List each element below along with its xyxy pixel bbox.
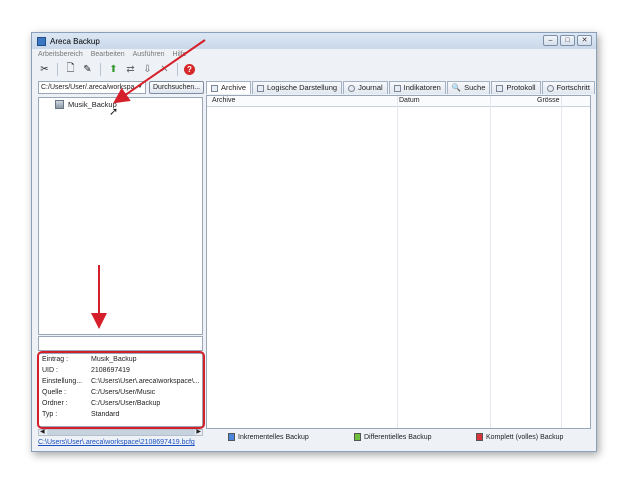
backup-actions-bar: Inkrementelles Backup Differentielles Ba… xyxy=(206,433,591,445)
help-icon[interactable]: ? xyxy=(184,63,195,75)
toolbar-separator xyxy=(100,62,101,76)
menu-bar: Arbeitsbereich Bearbeiten Ausführen Hilf… xyxy=(32,49,596,60)
left-secondary-panel xyxy=(38,336,203,351)
recover-icon[interactable]: ⇩ xyxy=(141,63,154,76)
toolbar-separator xyxy=(57,62,58,76)
search-icon: 🔍 xyxy=(451,83,462,92)
property-value: Standard xyxy=(91,411,120,418)
property-value: C:/Users/User/Music xyxy=(91,389,156,396)
property-value: C:/Users/User/Backup xyxy=(91,400,161,407)
tab-label: Suche xyxy=(464,83,486,92)
property-key: Eintrag : xyxy=(42,356,69,363)
column-divider xyxy=(561,96,562,428)
merge-icon[interactable]: ⇄ xyxy=(124,63,137,76)
target-tree[interactable]: Musik_Backup ➚ xyxy=(38,97,203,335)
scrollbar-thumb[interactable] xyxy=(47,430,195,435)
tab-label: Archive xyxy=(221,83,247,92)
edit-pencil-icon[interactable]: ✎ xyxy=(81,63,94,76)
chevron-down-icon: ▼ xyxy=(137,84,143,90)
tab-label: Fortschritt xyxy=(556,83,590,92)
menu-ausfuehren[interactable]: Ausführen xyxy=(133,51,165,58)
property-key: Einstellung... xyxy=(42,378,83,385)
scroll-right-icon[interactable]: ▶ xyxy=(196,428,201,435)
backup-button-label: Komplett (volles) Backup xyxy=(486,433,564,441)
close-button[interactable]: ✕ xyxy=(577,35,592,46)
tab-protokoll[interactable]: Protokoll xyxy=(491,81,541,94)
config-file-link[interactable]: C:\Users\User\.areca\workspace\210869741… xyxy=(38,439,195,446)
tools-icon[interactable]: ✂ xyxy=(38,63,51,76)
property-value: 2108697419 xyxy=(91,367,130,374)
toolbar: ✂ 🗋 ✎ ⬆ ⇄ ⇩ ✕ ? xyxy=(32,60,596,78)
archive-icon xyxy=(211,84,218,92)
differential-backup-button[interactable]: Differentielles Backup xyxy=(354,433,432,441)
window-controls: – □ ✕ xyxy=(543,35,592,46)
tab-archive[interactable]: Archive xyxy=(206,81,252,94)
property-key: Ordner : xyxy=(42,400,68,407)
property-row: Quelle : C:/Users/User/Music xyxy=(42,389,201,396)
full-backup-button[interactable]: Komplett (volles) Backup xyxy=(476,433,563,441)
column-header-groesse[interactable]: Grösse xyxy=(537,97,560,104)
tab-suche[interactable]: 🔍 Suche xyxy=(446,81,491,94)
areca-app-icon xyxy=(37,36,46,46)
tab-label: Logische Darstellung xyxy=(267,83,338,92)
backup-add-icon[interactable]: ⬆ xyxy=(107,63,120,76)
tab-indikatoren[interactable]: Indikatoren xyxy=(388,81,446,94)
property-row: UID : 2108697419 xyxy=(42,367,201,374)
tab-label: Indikatoren xyxy=(403,83,441,92)
journal-icon xyxy=(348,84,356,92)
property-key: UID : xyxy=(42,367,58,374)
disk-icon xyxy=(55,100,64,109)
backup-button-label: Differentielles Backup xyxy=(364,433,432,441)
property-value: C:\Users\User\.areca\workspace\... xyxy=(91,378,200,385)
column-header-datum[interactable]: Datum xyxy=(399,97,420,104)
properties-horizontal-scrollbar[interactable]: ◀ ▶ xyxy=(38,429,203,436)
browse-button[interactable]: Durchsuchen... xyxy=(149,81,205,94)
tab-label: Protokoll xyxy=(506,83,536,92)
workspace-path-value: C:/Users/User/.areca/workspa xyxy=(41,84,135,91)
target-properties-panel: Eintrag : Musik_Backup UID : 2108697419 … xyxy=(38,353,203,427)
property-row: Typ : Standard xyxy=(42,411,201,418)
menu-arbeitsbereich[interactable]: Arbeitsbereich xyxy=(38,51,83,58)
delete-icon[interactable]: ✕ xyxy=(158,63,171,76)
app-window: Areca Backup – □ ✕ Arbeitsbereich Bearbe… xyxy=(31,32,597,452)
menu-hilfe[interactable]: Hilfe xyxy=(173,51,187,58)
table-header: Archive Datum Grösse xyxy=(207,96,590,107)
log-icon xyxy=(496,84,504,92)
window-title: Areca Backup xyxy=(50,36,100,46)
workspace-path-select[interactable]: C:/Users/User/.areca/workspa ▼ xyxy=(38,81,146,94)
backup-button-label: Inkrementelles Backup xyxy=(238,433,309,441)
incremental-backup-icon xyxy=(228,433,235,441)
progress-icon xyxy=(546,84,554,92)
tree-view-icon xyxy=(257,84,265,92)
property-row: Einstellung... C:\Users\User\.areca\work… xyxy=(42,378,201,385)
new-document-icon[interactable]: 🗋 xyxy=(64,63,77,76)
toolbar-separator xyxy=(177,62,178,76)
column-header-archive[interactable]: Archive xyxy=(212,97,235,104)
property-key: Quelle : xyxy=(42,389,67,396)
tab-fortschritt[interactable]: Fortschritt xyxy=(541,81,595,94)
property-row: Eintrag : Musik_Backup xyxy=(42,356,201,363)
indicators-icon xyxy=(393,84,401,92)
minimize-button[interactable]: – xyxy=(543,35,558,46)
column-divider xyxy=(490,96,491,428)
menu-bearbeiten[interactable]: Bearbeiten xyxy=(91,51,125,58)
incremental-backup-button[interactable]: Inkrementelles Backup xyxy=(228,433,309,441)
scroll-left-icon[interactable]: ◀ xyxy=(40,428,45,435)
tree-item-musik-backup[interactable]: Musik_Backup xyxy=(55,100,117,109)
mouse-cursor-icon: ➚ xyxy=(109,106,119,118)
tab-journal[interactable]: Journal xyxy=(343,81,388,94)
column-divider xyxy=(397,96,398,428)
maximize-button[interactable]: □ xyxy=(560,35,575,46)
property-row: Ordner : C:/Users/User/Backup xyxy=(42,400,201,407)
archive-table[interactable]: Archive Datum Grösse xyxy=(206,95,591,429)
main-tabs: Archive Logische Darstellung Journal Ind… xyxy=(206,81,595,94)
property-value: Musik_Backup xyxy=(91,356,137,363)
title-bar: Areca Backup – □ ✕ xyxy=(32,33,596,49)
tab-logische-darstellung[interactable]: Logische Darstellung xyxy=(252,81,343,94)
workspace-path-row: C:/Users/User/.areca/workspa ▼ Durchsuch… xyxy=(38,81,205,94)
tab-label: Journal xyxy=(358,83,383,92)
full-backup-icon xyxy=(476,433,483,441)
property-key: Typ : xyxy=(42,411,58,418)
differential-backup-icon xyxy=(354,433,361,441)
